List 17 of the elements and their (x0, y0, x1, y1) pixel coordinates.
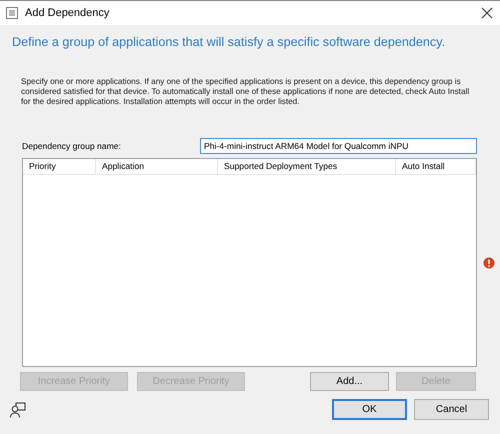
error-icon (483, 256, 495, 268)
window-icon (6, 7, 18, 19)
dialog-button[interactable]: Cancel (414, 399, 489, 420)
applications-table[interactable]: Priority Application Supported Deployment Types Auto Install (22, 158, 477, 367)
close-icon[interactable] (480, 7, 494, 19)
list-button[interactable]: Add... (310, 372, 389, 391)
column-header[interactable]: Supported Deployment Types (218, 159, 396, 174)
dialog-heading: Define a group of applications that will satisfy a specific software dependency. (12, 35, 446, 49)
window-title: Add Dependency (25, 7, 110, 19)
column-header[interactable]: Priority (23, 159, 96, 174)
field-label: Dependency group name: (22, 141, 122, 151)
column-header[interactable]: Auto Install (396, 159, 476, 174)
user-icon[interactable] (10, 402, 26, 418)
description-text: Specify one or more applications. If any one of the specified applications is present on a device, this dependency group is considered satisfied for that device. To automatically install one of these applications if none are detected, check Auto Install for the desired applications. Installation attempts will occur in the order listed. (21, 77, 470, 107)
group-name-field[interactable]: Phi-4-mini-instruct ARM64 Model for Qualcomm iNPU (200, 138, 477, 154)
column-header[interactable]: Application (96, 159, 218, 174)
dialog-button[interactable]: OK (332, 399, 407, 420)
